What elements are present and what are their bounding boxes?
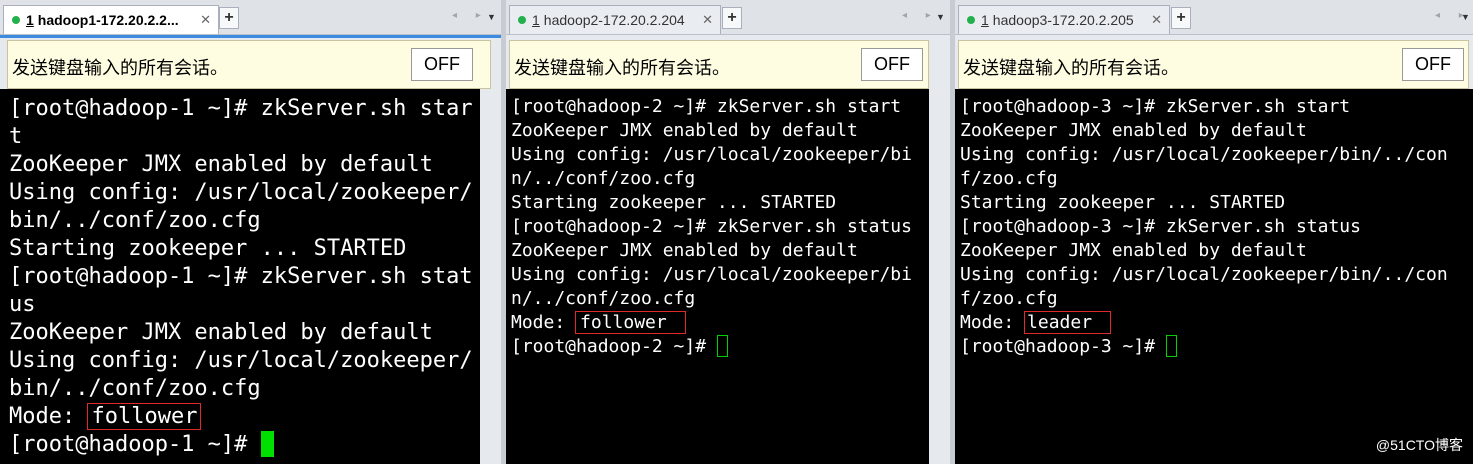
terminal-line: [root@hadoop-3 ~]# zkServer.sh status — [960, 216, 1361, 237]
broadcast-bar: 发送键盘输入的所有会话。 OFF — [958, 40, 1469, 89]
mode-line: Mode: leader — [960, 311, 1448, 335]
terminal-line: Starting zookeeper ... STARTED — [960, 192, 1286, 213]
tab-number: 1 — [26, 12, 34, 28]
broadcast-bar: 发送键盘输入的所有会话。 OFF — [509, 40, 929, 89]
session-pane-3: 1 hadoop3-172.20.2.205 ✕ + ◂ ▸ ▼ 发送键盘输入的… — [955, 0, 1473, 464]
terminal-line: [root@hadoop-1 ~]# zkServer.sh stat — [9, 264, 473, 289]
connected-status-icon — [518, 16, 526, 24]
tab-list-dropdown-icon[interactable]: ▼ — [487, 12, 496, 22]
terminal-line: Using config: /usr/local/zookeeper/ — [9, 348, 473, 373]
prompt-line: [root@hadoop-3 ~]# — [960, 335, 1448, 359]
mode-line: Mode: follower — [9, 403, 473, 431]
terminal-lines: [root@hadoop-1 ~]# zkServer.sh star t Zo… — [9, 95, 473, 459]
shell-prompt: [root@hadoop-1 ~]# — [9, 432, 261, 457]
add-tab-button[interactable]: + — [1171, 7, 1191, 29]
broadcast-off-button[interactable]: OFF — [1402, 48, 1464, 81]
terminal-line: f/zoo.cfg — [960, 288, 1058, 309]
session-pane-2: 1 hadoop2-172.20.2.204 ✕ + ◂ ▸ ▼ 发送键盘输入的… — [506, 0, 950, 464]
broadcast-bar: 发送键盘输入的所有会话。 OFF — [7, 40, 491, 89]
close-tab-icon[interactable]: ✕ — [702, 12, 713, 28]
mode-label: Mode: — [960, 312, 1026, 333]
terminal-line: Using config: /usr/local/zookeeper/bi — [511, 264, 912, 285]
terminal-output[interactable]: [root@hadoop-3 ~]# zkServer.sh start Zoo… — [955, 89, 1473, 464]
mode-label: Mode: — [9, 404, 89, 429]
terminal-cursor — [716, 335, 728, 357]
watermark: @51CTO博客 — [1375, 437, 1463, 453]
terminal-lines: [root@hadoop-2 ~]# zkServer.sh start Zoo… — [511, 95, 912, 359]
close-tab-icon[interactable]: ✕ — [1151, 12, 1162, 28]
broadcast-off-button[interactable]: OFF — [861, 48, 923, 81]
prompt-line: [root@hadoop-2 ~]# — [511, 335, 912, 359]
tab-bar: 1 hadoop2-172.20.2.204 ✕ + ◂ ▸ ▼ — [506, 0, 950, 35]
terminal-line: [root@hadoop-2 ~]# zkServer.sh start — [511, 96, 902, 117]
mode-label: Mode: — [511, 312, 577, 333]
tab-hadoop2[interactable]: 1 hadoop2-172.20.2.204 ✕ — [509, 5, 721, 34]
add-tab-button[interactable]: + — [219, 7, 239, 29]
broadcast-label: 发送键盘输入的所有会话。 — [963, 58, 1179, 78]
tab-title: hadoop3-172.20.2.205 — [992, 12, 1134, 28]
shell-prompt: [root@hadoop-3 ~]# — [960, 336, 1166, 357]
terminal-line: n/../conf/zoo.cfg — [511, 168, 696, 189]
tab-scroll-arrows-icon[interactable]: ◂ ▸ — [452, 10, 489, 21]
tab-hadoop1[interactable]: 1 hadoop1-172.20.2.2... ✕ — [3, 5, 219, 34]
shell-prompt: [root@hadoop-2 ~]# — [511, 336, 717, 357]
terminal-line: ZooKeeper JMX enabled by default — [960, 120, 1307, 141]
terminal-line: Using config: /usr/local/zookeeper/bi — [511, 144, 912, 165]
prompt-line: [root@hadoop-1 ~]# — [9, 431, 473, 459]
connected-status-icon — [967, 16, 975, 24]
terminal-line: t — [9, 124, 23, 149]
terminal-line: Starting zookeeper ... STARTED — [9, 236, 407, 261]
terminal-lines: [root@hadoop-3 ~]# zkServer.sh start Zoo… — [960, 95, 1448, 359]
tab-list-dropdown-icon[interactable]: ▼ — [936, 12, 945, 22]
terminal-output[interactable]: [root@hadoop-2 ~]# zkServer.sh start Zoo… — [506, 89, 929, 464]
close-tab-icon[interactable]: ✕ — [200, 12, 211, 28]
terminal-line: ZooKeeper JMX enabled by default — [511, 240, 858, 261]
mode-value-highlight: leader — [1024, 311, 1112, 334]
tab-number: 1 — [532, 12, 540, 28]
terminal-output[interactable]: [root@hadoop-1 ~]# zkServer.sh star t Zo… — [0, 89, 480, 464]
terminal-line: Using config: /usr/local/zookeeper/bin/.… — [960, 144, 1448, 165]
terminal-line: n/../conf/zoo.cfg — [511, 288, 696, 309]
terminal-line: [root@hadoop-1 ~]# zkServer.sh star — [9, 96, 473, 121]
terminal-line: [root@hadoop-3 ~]# zkServer.sh start — [960, 96, 1351, 117]
terminal-scrollbar[interactable] — [480, 89, 501, 464]
terminal-line: ZooKeeper JMX enabled by default — [9, 320, 433, 345]
connected-status-icon — [12, 16, 20, 24]
session-pane-1: 1 hadoop1-172.20.2.2... ✕ + ◂ ▸ ▼ 发送键盘输入… — [0, 0, 501, 464]
tab-list-dropdown-icon[interactable]: ▼ — [1461, 12, 1470, 22]
broadcast-off-button[interactable]: OFF — [411, 48, 473, 81]
tab-number: 1 — [981, 12, 989, 28]
terminal-line: Starting zookeeper ... STARTED — [511, 192, 837, 213]
mode-value-highlight: follower — [575, 311, 686, 334]
tab-scroll-arrows-icon[interactable]: ◂ ▸ — [902, 10, 939, 21]
tab-bar: 1 hadoop1-172.20.2.2... ✕ + ◂ ▸ ▼ — [0, 0, 501, 35]
tab-bar: 1 hadoop3-172.20.2.205 ✕ + ◂ ▸ ▼ — [955, 0, 1473, 35]
terminal-scrollbar[interactable] — [929, 89, 950, 464]
terminal-line: Using config: /usr/local/zookeeper/bin/.… — [960, 264, 1448, 285]
mode-line: Mode: follower — [511, 311, 912, 335]
terminal-cursor — [260, 431, 274, 457]
tab-title: hadoop1-172.20.2.2... — [37, 12, 179, 28]
tab-hadoop3[interactable]: 1 hadoop3-172.20.2.205 ✕ — [958, 5, 1170, 34]
broadcast-label: 发送键盘输入的所有会话。 — [12, 58, 228, 78]
add-tab-button[interactable]: + — [722, 7, 742, 29]
terminal-line: ZooKeeper JMX enabled by default — [511, 120, 858, 141]
terminal-line: bin/../conf/zoo.cfg — [9, 376, 261, 401]
terminal-cursor — [1165, 335, 1177, 357]
terminal-line: Using config: /usr/local/zookeeper/ — [9, 180, 473, 205]
terminal-line: [root@hadoop-2 ~]# zkServer.sh status — [511, 216, 912, 237]
terminal-line: bin/../conf/zoo.cfg — [9, 208, 261, 233]
active-tab-indicator — [0, 35, 501, 38]
terminal-line: us — [9, 292, 36, 317]
terminal-line: f/zoo.cfg — [960, 168, 1058, 189]
mode-value-highlight: follower — [87, 403, 202, 430]
terminal-line: ZooKeeper JMX enabled by default — [9, 152, 433, 177]
terminal-line: ZooKeeper JMX enabled by default — [960, 240, 1307, 261]
tab-title: hadoop2-172.20.2.204 — [543, 12, 685, 28]
broadcast-label: 发送键盘输入的所有会话。 — [514, 58, 730, 78]
